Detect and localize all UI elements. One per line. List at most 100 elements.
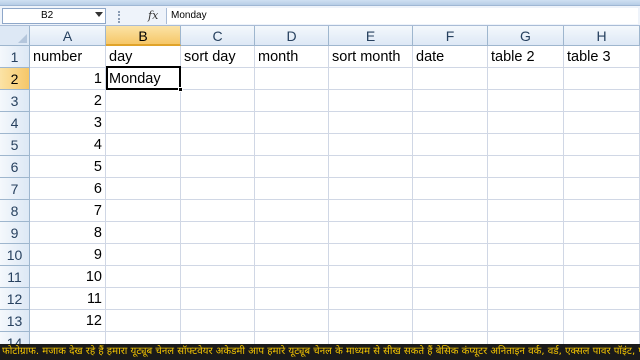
gridcell-h2[interactable]: [564, 68, 640, 90]
gridcell-g12[interactable]: [488, 288, 564, 310]
gridcell-f3[interactable]: [413, 90, 488, 112]
gridcell-b3[interactable]: [106, 90, 181, 112]
gridcell-c2[interactable]: [181, 68, 255, 90]
gridcell-b13[interactable]: [106, 310, 181, 332]
cell-a9[interactable]: 8: [30, 222, 106, 244]
gridcell-g13[interactable]: [488, 310, 564, 332]
gridcell-e4[interactable]: [329, 112, 413, 134]
cell-c1[interactable]: sort day: [181, 46, 255, 68]
gridcell-e13[interactable]: [329, 310, 413, 332]
row-header-14[interactable]: 14: [0, 332, 30, 344]
gridcell-h14[interactable]: [564, 332, 640, 344]
row-header-9[interactable]: 9: [0, 222, 30, 244]
gridcell-g3[interactable]: [488, 90, 564, 112]
gridcell-b14[interactable]: [106, 332, 181, 344]
cell-f1[interactable]: date: [413, 46, 488, 68]
select-all-button[interactable]: [0, 26, 30, 46]
gridcell-b8[interactable]: [106, 200, 181, 222]
cell-a10[interactable]: 9: [30, 244, 106, 266]
gridcell-h4[interactable]: [564, 112, 640, 134]
cell-a12[interactable]: 11: [30, 288, 106, 310]
gridcell-d3[interactable]: [255, 90, 329, 112]
gridcell-e6[interactable]: [329, 156, 413, 178]
gridcell-d11[interactable]: [255, 266, 329, 288]
cell-a6[interactable]: 5: [30, 156, 106, 178]
gridcell-b11[interactable]: [106, 266, 181, 288]
row-header-6[interactable]: 6: [0, 156, 30, 178]
gridcell-e5[interactable]: [329, 134, 413, 156]
gridcell-b12[interactable]: [106, 288, 181, 310]
gridcell-e10[interactable]: [329, 244, 413, 266]
worksheet-grid[interactable]: A B C D E F G H 1 2 3 4 5 6 7 8 9 10 11 …: [0, 26, 640, 344]
cell-a8[interactable]: 7: [30, 200, 106, 222]
gridcell-b9[interactable]: [106, 222, 181, 244]
gridcell-a14[interactable]: [30, 332, 106, 344]
gridcell-g9[interactable]: [488, 222, 564, 244]
chevron-down-icon[interactable]: [95, 12, 103, 17]
gridcell-b6[interactable]: [106, 156, 181, 178]
gridcell-c12[interactable]: [181, 288, 255, 310]
gridcell-f9[interactable]: [413, 222, 488, 244]
gridcell-g10[interactable]: [488, 244, 564, 266]
column-header-a[interactable]: A: [30, 26, 106, 46]
cell-a7[interactable]: 6: [30, 178, 106, 200]
gridcell-f5[interactable]: [413, 134, 488, 156]
column-header-g[interactable]: G: [488, 26, 564, 46]
gridcell-f13[interactable]: [413, 310, 488, 332]
column-header-f[interactable]: F: [413, 26, 488, 46]
row-header-1[interactable]: 1: [0, 46, 30, 68]
column-header-c[interactable]: C: [181, 26, 255, 46]
gridcell-d7[interactable]: [255, 178, 329, 200]
row-header-8[interactable]: 8: [0, 200, 30, 222]
cell-a13[interactable]: 12: [30, 310, 106, 332]
gridcell-d8[interactable]: [255, 200, 329, 222]
row-header-3[interactable]: 3: [0, 90, 30, 112]
cell-b1[interactable]: day: [106, 46, 181, 68]
gridcell-g14[interactable]: [488, 332, 564, 344]
fill-handle[interactable]: [178, 87, 183, 92]
formula-input[interactable]: Monday: [166, 8, 638, 24]
gridcell-f6[interactable]: [413, 156, 488, 178]
cell-a3[interactable]: 2: [30, 90, 106, 112]
gridcell-b7[interactable]: [106, 178, 181, 200]
gridcell-h7[interactable]: [564, 178, 640, 200]
gridcell-e11[interactable]: [329, 266, 413, 288]
gridcell-c9[interactable]: [181, 222, 255, 244]
cell-d1[interactable]: month: [255, 46, 329, 68]
gridcell-f10[interactable]: [413, 244, 488, 266]
column-header-b[interactable]: B: [106, 26, 181, 46]
gridcell-g2[interactable]: [488, 68, 564, 90]
gridcell-c4[interactable]: [181, 112, 255, 134]
column-header-h[interactable]: H: [564, 26, 640, 46]
row-header-12[interactable]: 12: [0, 288, 30, 310]
gridcell-d12[interactable]: [255, 288, 329, 310]
gridcell-h11[interactable]: [564, 266, 640, 288]
gridcell-d2[interactable]: [255, 68, 329, 90]
cell-h1[interactable]: table 3: [564, 46, 640, 68]
gridcell-d4[interactable]: [255, 112, 329, 134]
gridcell-c7[interactable]: [181, 178, 255, 200]
gridcell-g8[interactable]: [488, 200, 564, 222]
gridcell-d10[interactable]: [255, 244, 329, 266]
gridcell-h5[interactable]: [564, 134, 640, 156]
grip-icon[interactable]: [118, 11, 122, 23]
gridcell-c14[interactable]: [181, 332, 255, 344]
gridcell-h10[interactable]: [564, 244, 640, 266]
gridcell-g6[interactable]: [488, 156, 564, 178]
gridcell-e12[interactable]: [329, 288, 413, 310]
gridcell-c11[interactable]: [181, 266, 255, 288]
row-header-11[interactable]: 11: [0, 266, 30, 288]
cell-a4[interactable]: 3: [30, 112, 106, 134]
gridcell-c13[interactable]: [181, 310, 255, 332]
row-header-7[interactable]: 7: [0, 178, 30, 200]
gridcell-d13[interactable]: [255, 310, 329, 332]
gridcell-d14[interactable]: [255, 332, 329, 344]
name-box[interactable]: B2: [2, 8, 106, 24]
insert-function-icon[interactable]: fx: [148, 9, 158, 22]
gridcell-c6[interactable]: [181, 156, 255, 178]
gridcell-e14[interactable]: [329, 332, 413, 344]
row-header-10[interactable]: 10: [0, 244, 30, 266]
cell-a11[interactable]: 10: [30, 266, 106, 288]
gridcell-e3[interactable]: [329, 90, 413, 112]
gridcell-e9[interactable]: [329, 222, 413, 244]
